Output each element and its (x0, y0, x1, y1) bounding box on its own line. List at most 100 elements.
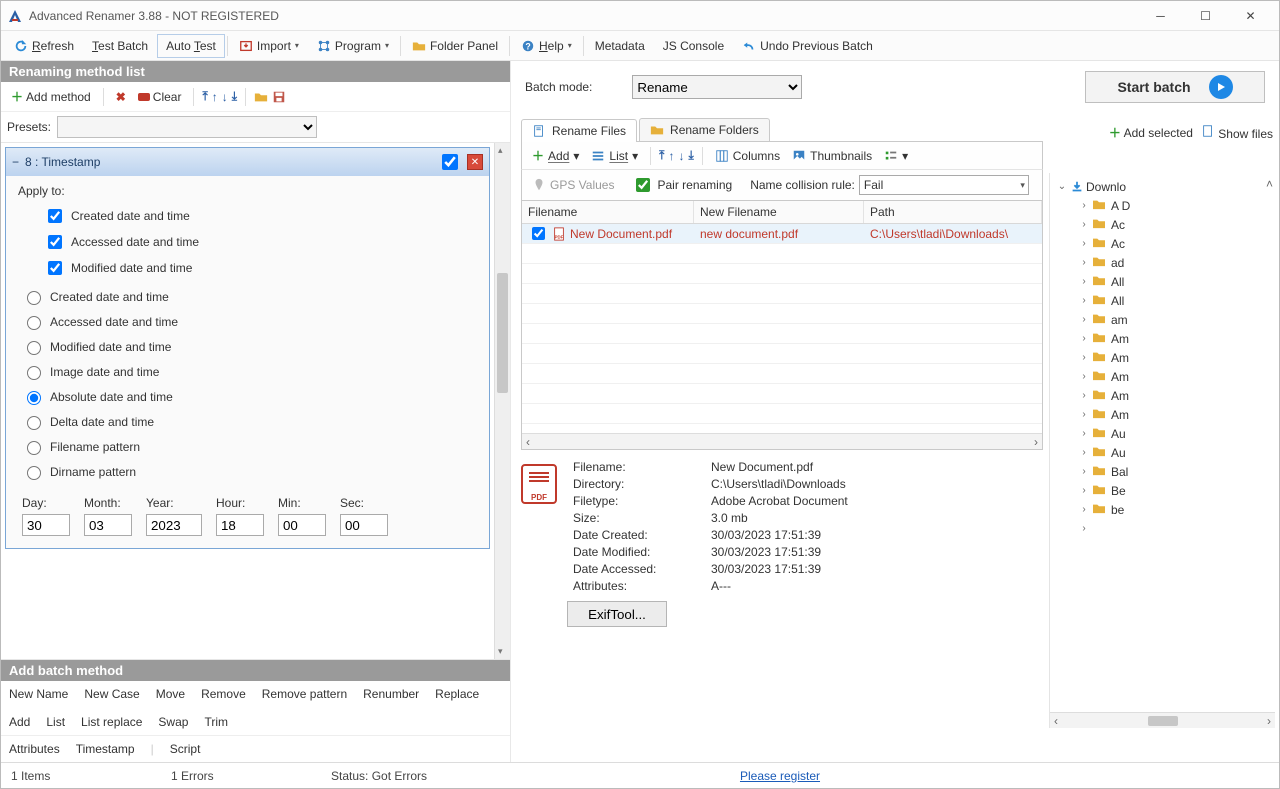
rb-delta[interactable] (27, 416, 41, 430)
link-replace[interactable]: Replace (435, 687, 479, 701)
expand-icon[interactable]: › (1078, 352, 1090, 363)
scroll-up-icon[interactable]: ˄ (1266, 177, 1273, 191)
expand-icon[interactable]: › (1078, 314, 1090, 325)
js-console-button[interactable]: JS Console (654, 34, 733, 58)
test-batch-button[interactable]: Test Batch (83, 34, 157, 58)
auto-test-button[interactable]: Auto Test (157, 34, 225, 58)
tree-item[interactable]: ›Am (1052, 367, 1273, 386)
move-down-icon[interactable]: ↓ (222, 90, 228, 104)
cb-accessed[interactable] (48, 235, 62, 249)
tree-item[interactable]: ›ad (1052, 253, 1273, 272)
collapse-icon[interactable]: ⌄ (1056, 181, 1068, 192)
method-close-button[interactable]: ✕ (467, 154, 483, 170)
expand-icon[interactable]: › (1078, 523, 1090, 534)
rb-dirname[interactable] (27, 466, 41, 480)
rb-created[interactable] (27, 291, 41, 305)
view-options-button[interactable]: ▾ (880, 148, 912, 164)
move-bottom-icon[interactable]: ⤓ (232, 89, 237, 104)
columns-button[interactable]: Columns (711, 148, 784, 164)
link-list-replace[interactable]: List replace (81, 715, 142, 729)
add-selected-button[interactable]: ＋ Add selected (1109, 124, 1193, 141)
presets-select[interactable] (57, 116, 317, 138)
expand-icon[interactable]: › (1078, 447, 1090, 458)
expand-icon[interactable]: › (1078, 276, 1090, 287)
rb-image[interactable] (27, 366, 41, 380)
program-button[interactable]: Program▾ (308, 34, 398, 58)
tree-item[interactable]: ›All (1052, 272, 1273, 291)
gps-values-button[interactable]: GPS Values (528, 177, 618, 193)
expand-icon[interactable]: › (1078, 466, 1090, 477)
pair-renaming-toggle[interactable]: Pair renaming (628, 174, 736, 196)
expand-icon[interactable]: › (1078, 390, 1090, 401)
collision-select[interactable]: Fail▾ (859, 175, 1029, 195)
month-input[interactable] (84, 514, 132, 536)
hour-input[interactable] (216, 514, 264, 536)
register-link[interactable]: Please register (740, 769, 1120, 783)
sec-input[interactable] (340, 514, 388, 536)
thumbnails-button[interactable]: Thumbnails (788, 148, 876, 164)
tree-item[interactable]: ›Au (1052, 443, 1273, 462)
sort-bottom-icon[interactable]: ⤓ (688, 148, 693, 163)
minimize-button[interactable]: ─ (1138, 2, 1183, 30)
tree-item[interactable]: ›Ac (1052, 234, 1273, 253)
year-input[interactable] (146, 514, 202, 536)
expand-icon[interactable]: › (1078, 409, 1090, 420)
expand-icon[interactable]: › (1078, 238, 1090, 249)
rb-filename[interactable] (27, 441, 41, 455)
collapse-icon[interactable]: − (12, 155, 19, 169)
add-method-button[interactable]: ＋Add method (7, 86, 95, 107)
rb-modified[interactable] (27, 341, 41, 355)
link-swap[interactable]: Swap (158, 715, 188, 729)
metadata-button[interactable]: Metadata (586, 34, 654, 58)
link-trim[interactable]: Trim (204, 715, 228, 729)
move-up-icon[interactable]: ↑ (212, 90, 218, 104)
tree-more[interactable]: › (1052, 519, 1273, 538)
undo-button[interactable]: Undo Previous Batch (733, 34, 882, 58)
tree-item[interactable]: ›A D (1052, 196, 1273, 215)
link-move[interactable]: Move (156, 687, 185, 701)
link-timestamp[interactable]: Timestamp (76, 742, 135, 756)
link-attributes[interactable]: Attributes (9, 742, 60, 756)
table-row[interactable]: PDF New Document.pdf new document.pdf C:… (522, 224, 1042, 244)
pair-checkbox[interactable] (636, 178, 650, 192)
close-button[interactable]: ✕ (1228, 2, 1273, 30)
row-checkbox[interactable] (532, 227, 545, 240)
table-hscroll[interactable]: ‹› (522, 433, 1042, 449)
expand-icon[interactable]: › (1078, 485, 1090, 496)
link-new-name[interactable]: New Name (9, 687, 68, 701)
sort-up-icon[interactable]: ↑ (668, 149, 674, 163)
link-remove[interactable]: Remove (201, 687, 246, 701)
scroll-right-icon[interactable]: › (1034, 435, 1038, 449)
method-scrollbar[interactable]: ▴ ▾ (494, 143, 510, 659)
scroll-right-icon[interactable]: › (1267, 714, 1271, 728)
link-add[interactable]: Add (9, 715, 30, 729)
link-new-case[interactable]: New Case (84, 687, 139, 701)
tree-item[interactable]: ›am (1052, 310, 1273, 329)
link-remove-pattern[interactable]: Remove pattern (262, 687, 347, 701)
tree-item[interactable]: ›Am (1052, 405, 1273, 424)
maximize-button[interactable]: ☐ (1183, 2, 1228, 30)
day-input[interactable] (22, 514, 70, 536)
list-button[interactable]: List▾ (587, 148, 642, 164)
exiftool-button[interactable]: ExifTool... (567, 601, 667, 627)
import-button[interactable]: Import▾ (230, 34, 308, 58)
batch-mode-select[interactable]: Rename (632, 75, 802, 99)
tree-item[interactable]: ›Be (1052, 481, 1273, 500)
add-files-button[interactable]: ＋Add▾ (528, 146, 583, 165)
cb-modified[interactable] (48, 261, 62, 275)
min-input[interactable] (278, 514, 326, 536)
expand-icon[interactable]: › (1078, 428, 1090, 439)
link-script[interactable]: Script (170, 742, 201, 756)
scroll-thumb[interactable] (1148, 716, 1178, 726)
expand-icon[interactable]: › (1078, 219, 1090, 230)
tree-item[interactable]: ›Am (1052, 386, 1273, 405)
tree-item[interactable]: ›Am (1052, 348, 1273, 367)
show-files-button[interactable]: Show files (1201, 124, 1273, 141)
scroll-left-icon[interactable]: ‹ (526, 435, 530, 449)
clear-button[interactable]: Clear (134, 88, 186, 106)
expand-icon[interactable]: › (1078, 371, 1090, 382)
col-filename[interactable]: Filename (522, 201, 694, 223)
expand-icon[interactable]: › (1078, 504, 1090, 515)
col-newfilename[interactable]: New Filename (694, 201, 864, 223)
help-button[interactable]: ? Help▾ (512, 34, 581, 58)
